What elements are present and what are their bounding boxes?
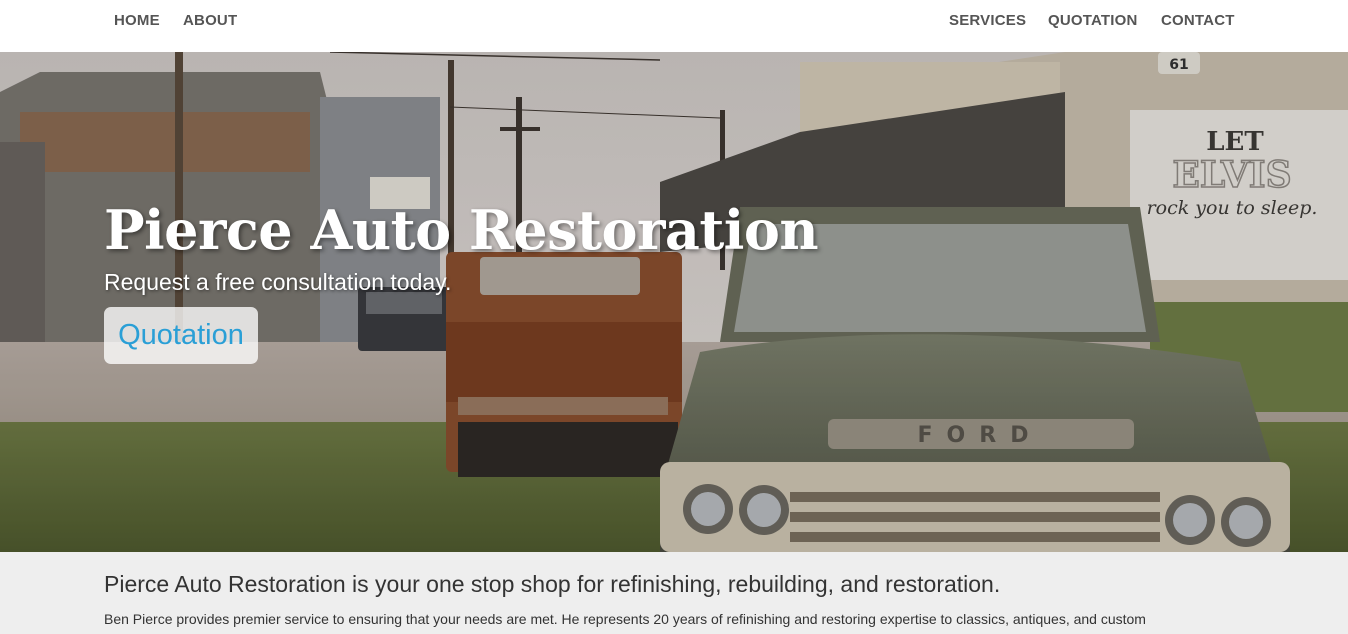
nav-about-link[interactable]: ABOUT xyxy=(183,12,237,29)
hero-section: LET ELVIS rock you to sleep. 61 FORD xyxy=(0,52,1348,552)
nav-quotation-link[interactable]: QUOTATION xyxy=(1048,12,1138,29)
hero-subtitle: Request a free consultation today. xyxy=(104,269,452,295)
navbar: HOME ABOUT SERVICES QUOTATION CONTACT xyxy=(0,0,1348,52)
quotation-button[interactable]: Quotation xyxy=(104,307,258,364)
hero-title: Pierce Auto Restoration xyxy=(104,198,819,262)
nav-home-link[interactable]: HOME xyxy=(114,12,160,29)
nav-contact-link[interactable]: CONTACT xyxy=(1161,12,1235,29)
hero-background-image: LET ELVIS rock you to sleep. 61 FORD xyxy=(0,52,1348,552)
about-text: Ben Pierce provides premier service to e… xyxy=(104,611,1146,627)
nav-services-link[interactable]: SERVICES xyxy=(949,12,1026,29)
about-heading: Pierce Auto Restoration is your one stop… xyxy=(104,571,1001,597)
about-section: Pierce Auto Restoration is your one stop… xyxy=(0,552,1348,634)
